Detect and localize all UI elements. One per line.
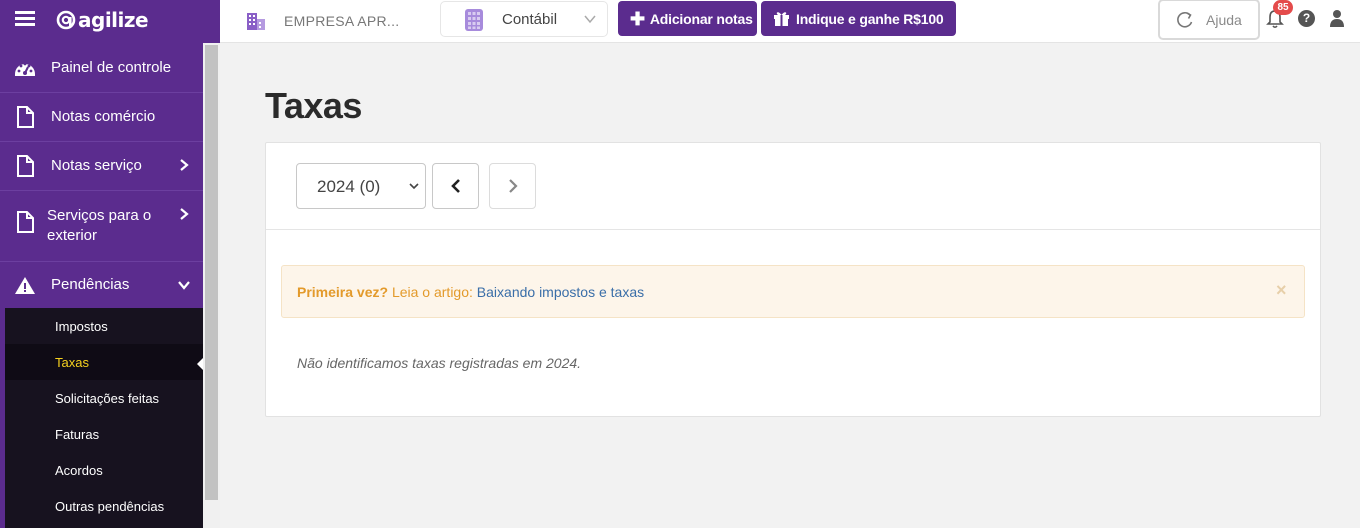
year-select[interactable]: 2024 (0) <box>296 163 426 209</box>
notification-count-badge: 85 <box>1273 0 1293 15</box>
file-icon <box>17 106 34 128</box>
submenu-item-impostos[interactable]: Impostos <box>55 319 108 334</box>
warning-icon <box>15 277 35 294</box>
chat-refresh-icon <box>1177 11 1193 28</box>
top-bar: agilize EMPRESA APR... Contábil ✚ Adicio… <box>0 0 1360 43</box>
taxes-card: 2024 (0) Primeira vez? Leia o artigo: Ba… <box>265 142 1321 417</box>
alert-text: Primeira vez? Leia o artigo: Baixando im… <box>297 284 644 300</box>
chevron-down-icon <box>178 281 190 290</box>
calculator-icon <box>465 9 483 31</box>
module-select-value: Contábil <box>502 11 558 28</box>
file-icon <box>17 211 34 233</box>
chevron-right-icon <box>180 159 189 171</box>
active-submenu-highlight <box>5 344 203 380</box>
article-link[interactable]: Baixando impostos e taxas <box>477 284 644 300</box>
sidebar-item-label: Pendências <box>51 276 130 293</box>
agilize-logo-icon <box>56 10 76 30</box>
submenu-item-solicitacoes[interactable]: Solicitações feitas <box>55 391 159 406</box>
gift-icon <box>774 12 789 26</box>
company-name: EMPRESA APR... <box>284 13 400 29</box>
submenu-item-taxas[interactable]: Taxas <box>55 355 89 370</box>
sidebar-item-pendencias[interactable]: Pendências <box>0 262 203 308</box>
add-notes-button[interactable]: ✚ Adicionar notas <box>618 1 757 36</box>
add-notes-label: Adicionar notas <box>649 10 753 27</box>
submenu-item-faturas[interactable]: Faturas <box>55 427 99 442</box>
empty-state-message: Não identificamos taxas registradas em 2… <box>297 355 582 371</box>
sidebar-item-label: Painel de controle <box>51 59 172 76</box>
submenu-item-acordos[interactable]: Acordos <box>55 463 103 478</box>
module-select[interactable]: Contábil <box>440 1 608 37</box>
chevron-left-icon <box>451 179 460 193</box>
chevron-right-icon <box>180 208 189 220</box>
close-icon[interactable]: × <box>1276 280 1287 301</box>
menu-toggle-icon[interactable] <box>15 11 35 27</box>
user-icon[interactable] <box>1329 9 1345 27</box>
company-selector[interactable]: EMPRESA APR... <box>246 9 399 33</box>
plus-icon: ✚ <box>630 8 645 29</box>
building-icon <box>247 13 265 30</box>
agilize-logo[interactable]: agilize <box>56 7 149 33</box>
sidebar-item-notas-servico[interactable]: Notas serviço <box>0 142 203 190</box>
submenu-item-outras-pendencias[interactable]: Outras pendências <box>55 499 164 514</box>
brand-area: agilize <box>0 0 220 43</box>
next-year-button[interactable] <box>489 163 536 209</box>
help-button[interactable]: Ajuda <box>1158 0 1260 40</box>
year-select-value: 2024 (0) <box>317 177 381 196</box>
help-label: Ajuda <box>1206 12 1242 28</box>
first-time-alert: Primeira vez? Leia o artigo: Baixando im… <box>281 265 1305 318</box>
file-icon <box>17 155 34 177</box>
pendencias-submenu <box>0 308 203 528</box>
chevron-down-icon <box>409 183 419 190</box>
sidebar-scrollbar[interactable] <box>203 43 220 528</box>
brand-name: agilize <box>78 8 149 32</box>
card-divider <box>266 229 1320 230</box>
sidebar-item-label: Notas serviço <box>51 157 142 174</box>
previous-year-button[interactable] <box>432 163 479 209</box>
referral-button[interactable]: Indique e ganhe R$100 <box>761 1 956 36</box>
sidebar-item-notas-comercio[interactable]: Notas comércio <box>0 93 203 141</box>
dashboard-icon <box>15 62 35 76</box>
referral-label: Indique e ganhe R$100 <box>796 10 944 27</box>
chevron-right-icon <box>509 179 518 193</box>
sidebar-item-servicos-exterior[interactable]: Serviços para o exterior <box>0 191 203 261</box>
alert-plain-text: Leia o artigo: <box>391 284 473 300</box>
sidebar-item-dashboard[interactable]: Painel de controle <box>0 43 203 91</box>
sidebar-item-label: Notas comércio <box>51 108 156 125</box>
page-title: Taxas <box>265 85 362 126</box>
scrollbar-thumb[interactable] <box>205 45 218 500</box>
alert-strong-text: Primeira vez? <box>297 284 389 300</box>
chevron-down-icon <box>584 15 596 24</box>
sidebar-item-label: Serviços para o exterior <box>47 207 152 244</box>
question-icon[interactable]: ? <box>1298 10 1315 27</box>
